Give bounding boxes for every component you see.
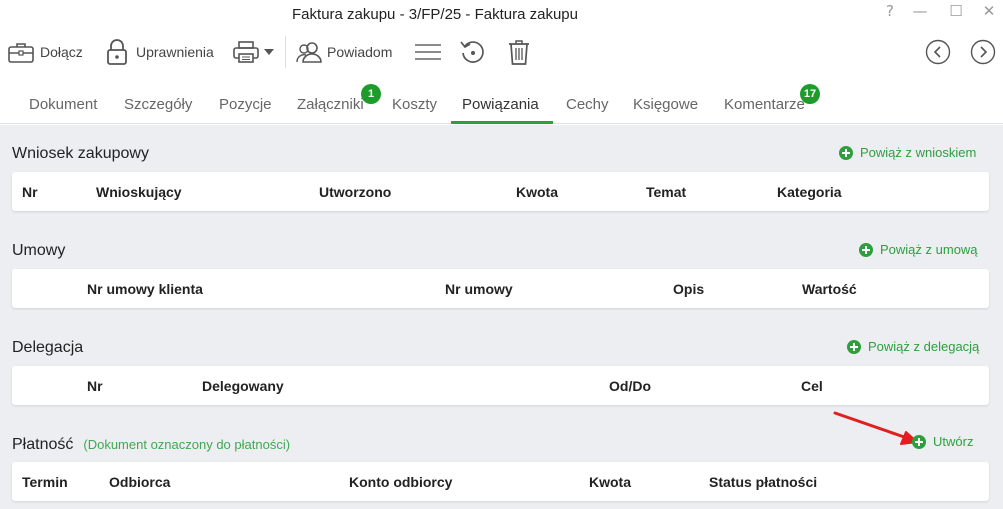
comments-count-badge: 17 xyxy=(800,84,820,104)
contracts-title: Umowy xyxy=(12,242,66,259)
help-button[interactable]: ? xyxy=(877,2,903,20)
column-header[interactable]: Utworzono xyxy=(319,184,391,200)
previous-button[interactable] xyxy=(925,34,951,70)
relations-panel: Wniosek zakupowy Powiąż z wnioskiem Nr W… xyxy=(0,125,1003,509)
attachments-count-badge: 1 xyxy=(361,84,381,104)
plus-circle-icon xyxy=(839,145,853,160)
column-header[interactable]: Kwota xyxy=(589,474,631,490)
toolbar: Dołącz Uprawnienia Powiadom xyxy=(0,34,1003,74)
column-header[interactable]: Odbiorca xyxy=(109,474,170,490)
payment-title-text: Płatność xyxy=(12,436,74,453)
column-header[interactable]: Status płatności xyxy=(709,474,817,490)
next-button[interactable] xyxy=(970,34,996,70)
printer-icon xyxy=(232,39,260,65)
column-header[interactable]: Cel xyxy=(801,378,823,394)
create-payment-button[interactable]: Utwórz xyxy=(912,434,973,449)
plus-circle-icon xyxy=(859,242,873,257)
menu-button[interactable] xyxy=(413,34,443,70)
tab-cechy[interactable]: Cechy xyxy=(566,96,609,113)
column-header[interactable]: Nr xyxy=(22,184,38,200)
tab-szczegoly[interactable]: Szczegóły xyxy=(124,96,192,113)
column-header[interactable]: Opis xyxy=(673,281,704,297)
notify-button[interactable]: Powiadom xyxy=(295,34,392,70)
contracts-table: Nr umowy klienta Nr umowy Opis Wartość xyxy=(12,269,989,308)
window-title: Faktura zakupu - 3/FP/25 - Faktura zakup… xyxy=(292,6,578,23)
history-icon xyxy=(459,38,487,66)
tab-koszty[interactable]: Koszty xyxy=(392,96,437,113)
tab-zalaczniki[interactable]: Załączniki xyxy=(297,96,364,113)
column-header[interactable]: Nr xyxy=(87,378,103,394)
history-button[interactable] xyxy=(459,34,487,70)
tab-komentarze[interactable]: Komentarze xyxy=(724,96,805,113)
column-header[interactable]: Kwota xyxy=(516,184,558,200)
chevron-down-icon[interactable] xyxy=(264,49,274,55)
permissions-button[interactable]: Uprawnienia xyxy=(105,34,214,70)
permissions-label: Uprawnienia xyxy=(136,44,214,60)
active-tab-indicator xyxy=(451,121,553,124)
column-header[interactable]: Od/Do xyxy=(609,378,651,394)
chevron-right-icon xyxy=(970,39,996,65)
purchase-request-title: Wniosek zakupowy xyxy=(12,145,149,162)
minimize-button[interactable]: — xyxy=(907,2,933,20)
plus-circle-icon xyxy=(847,339,861,354)
users-icon xyxy=(295,40,323,64)
plus-circle-icon xyxy=(912,434,926,449)
column-header[interactable]: Nr umowy xyxy=(445,281,513,297)
link-contract-button[interactable]: Powiąż z umową xyxy=(859,242,978,257)
print-button[interactable] xyxy=(232,34,274,70)
column-header[interactable]: Termin xyxy=(22,474,68,490)
payment-title: Płatność (Dokument oznaczony do płatności… xyxy=(12,436,290,454)
link-delegation-button[interactable]: Powiąż z delegacją xyxy=(847,339,979,354)
tab-bar: Dokument Szczegóły Pozycje Załączniki 1 … xyxy=(0,84,1003,124)
title-bar: Faktura zakupu - 3/FP/25 - Faktura zakup… xyxy=(0,0,1003,30)
chevron-left-icon xyxy=(925,39,951,65)
link-delegation-label: Powiąż z delegacją xyxy=(868,339,980,354)
column-header[interactable]: Konto odbiorcy xyxy=(349,474,452,490)
column-header[interactable]: Wnioskujący xyxy=(96,184,182,200)
tab-ksiegowe[interactable]: Księgowe xyxy=(633,96,698,113)
column-header[interactable]: Temat xyxy=(646,184,686,200)
close-button[interactable]: ✕ xyxy=(976,2,1002,20)
link-contract-label: Powiąż z umową xyxy=(880,242,978,257)
notify-label: Powiadom xyxy=(327,44,393,60)
column-header[interactable]: Kategoria xyxy=(777,184,842,200)
column-header[interactable]: Delegowany xyxy=(202,378,284,394)
column-header[interactable]: Wartość xyxy=(802,281,857,297)
payment-note: (Dokument oznaczony do płatności) xyxy=(83,437,291,452)
purchase-request-table: Nr Wnioskujący Utworzono Kwota Temat Kat… xyxy=(12,172,989,211)
briefcase-icon xyxy=(7,39,35,65)
tab-dokument[interactable]: Dokument xyxy=(29,96,97,113)
column-header[interactable]: Nr umowy klienta xyxy=(87,281,203,297)
attach-button[interactable]: Dołącz xyxy=(7,34,83,70)
payment-table: Termin Odbiorca Konto odbiorcy Kwota Sta… xyxy=(12,462,989,501)
attach-label: Dołącz xyxy=(40,44,83,60)
tab-powiazania[interactable]: Powiązania xyxy=(462,96,539,113)
hamburger-icon xyxy=(413,40,443,64)
link-purchase-request-label: Powiąż z wnioskiem xyxy=(860,145,977,160)
tab-pozycje[interactable]: Pozycje xyxy=(219,96,272,113)
lock-icon xyxy=(105,38,129,66)
maximize-button[interactable]: ☐ xyxy=(943,2,969,20)
trash-icon xyxy=(507,38,531,66)
delegation-title: Delegacja xyxy=(12,339,84,356)
create-payment-label: Utwórz xyxy=(933,434,974,449)
toolbar-divider xyxy=(285,36,286,68)
delegation-table: Nr Delegowany Od/Do Cel xyxy=(12,366,989,405)
link-purchase-request-button[interactable]: Powiąż z wnioskiem xyxy=(839,145,976,160)
delete-button[interactable] xyxy=(507,34,531,70)
